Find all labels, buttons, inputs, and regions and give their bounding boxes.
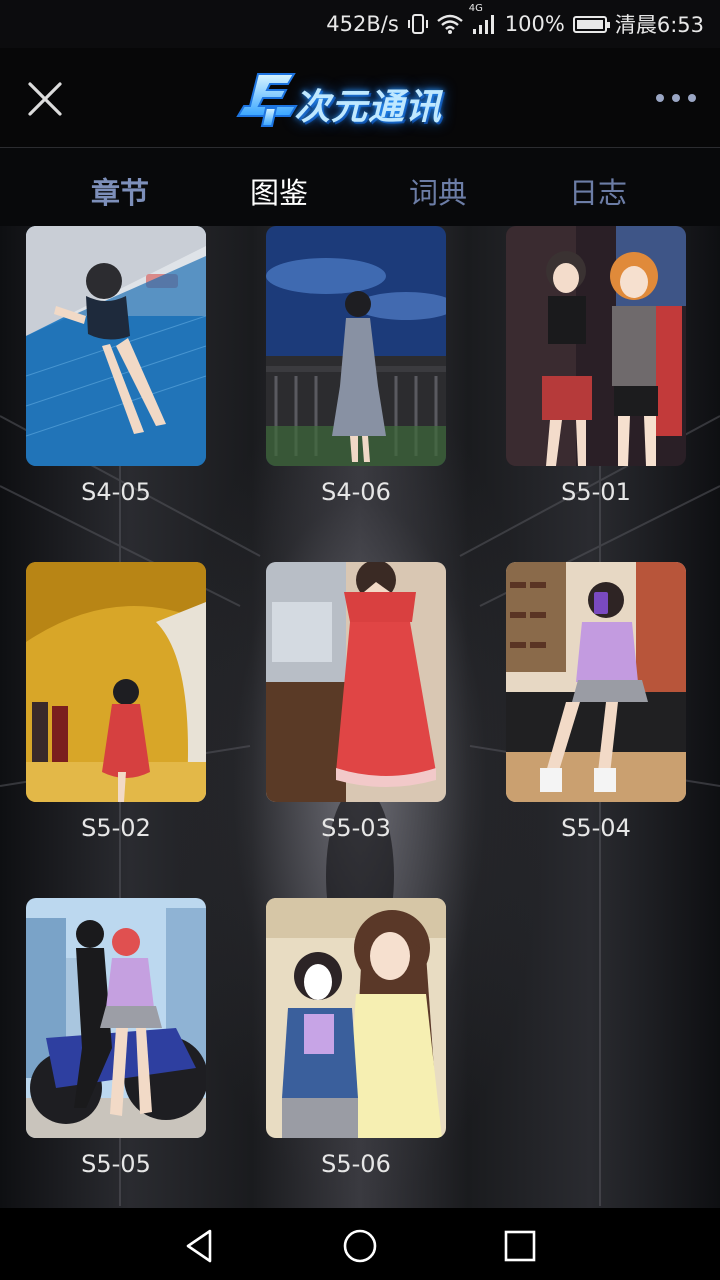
home-button[interactable] — [340, 1226, 380, 1266]
gallery-thumbnail[interactable] — [26, 562, 206, 802]
gallery-item: S5-01 — [506, 226, 686, 506]
gallery-item: S5-04 — [506, 562, 686, 842]
tab-chapters[interactable]: 章节 — [60, 170, 180, 212]
battery-percent: 100% — [504, 12, 565, 36]
gallery-thumbnail[interactable] — [506, 562, 686, 802]
vibrate-icon — [407, 13, 429, 35]
back-icon — [186, 1229, 212, 1263]
gallery-item-label: S5-06 — [321, 1150, 391, 1178]
gallery-item: S4-05 — [26, 226, 206, 506]
gallery-thumbnail[interactable] — [266, 562, 446, 802]
back-button[interactable] — [180, 1226, 220, 1266]
more-button[interactable] — [652, 84, 700, 112]
tab-dictionary[interactable]: 词典 — [378, 170, 498, 212]
gallery-item-label: S5-01 — [561, 478, 631, 506]
close-button[interactable] — [24, 78, 66, 120]
tab-gallery[interactable]: 图鉴 — [219, 170, 339, 212]
system-nav-bar — [0, 1208, 720, 1280]
gallery-item: S5-02 — [26, 562, 206, 842]
recents-icon — [504, 1230, 536, 1262]
gallery-item-label: S4-05 — [81, 478, 151, 506]
gallery-item: S5-06 — [266, 898, 446, 1178]
gallery-item: S5-05 — [26, 898, 206, 1178]
more-icon — [656, 94, 696, 102]
home-icon — [343, 1229, 377, 1263]
battery-icon — [572, 15, 610, 33]
clock: 清晨6:53 — [614, 13, 704, 37]
gallery-item-label: S5-03 — [321, 814, 391, 842]
tab-log[interactable]: 日志 — [538, 170, 658, 212]
gallery-item-label: S4-06 — [321, 478, 391, 506]
app-header: 次元通讯 — [0, 48, 720, 148]
gallery-item: S4-06 — [266, 226, 446, 506]
gallery-thumbnail[interactable] — [26, 226, 206, 466]
network-type: 4G — [468, 3, 483, 14]
gallery-item-label: S5-02 — [81, 814, 151, 842]
gallery-thumbnail[interactable] — [266, 898, 446, 1138]
tab-bar: 章节 图鉴 词典 日志 — [0, 148, 720, 226]
gallery-item: S5-03 — [266, 562, 446, 842]
gallery-item-label: S5-05 — [81, 1150, 151, 1178]
signal-icon: 4G — [469, 3, 497, 35]
gallery-grid[interactable]: S4-05 S4-06 S5-01 S5-02 S5-03 S5-04 S5-0… — [0, 226, 720, 1208]
recents-button[interactable] — [500, 1226, 540, 1266]
logo-text: 次元通讯 — [294, 87, 443, 128]
gallery-thumbnail[interactable] — [26, 898, 206, 1138]
network-speed: 452B/s — [326, 12, 399, 36]
wifi-icon — [437, 14, 463, 34]
gallery-item-label: S5-04 — [561, 814, 631, 842]
status-bar: 452B/s 4G 100% 清晨6:53 — [0, 0, 720, 48]
gallery-thumbnail[interactable] — [506, 226, 686, 466]
gallery-thumbnail[interactable] — [266, 226, 446, 466]
close-icon — [28, 82, 62, 116]
app-logo: 次元通讯 — [236, 68, 486, 130]
